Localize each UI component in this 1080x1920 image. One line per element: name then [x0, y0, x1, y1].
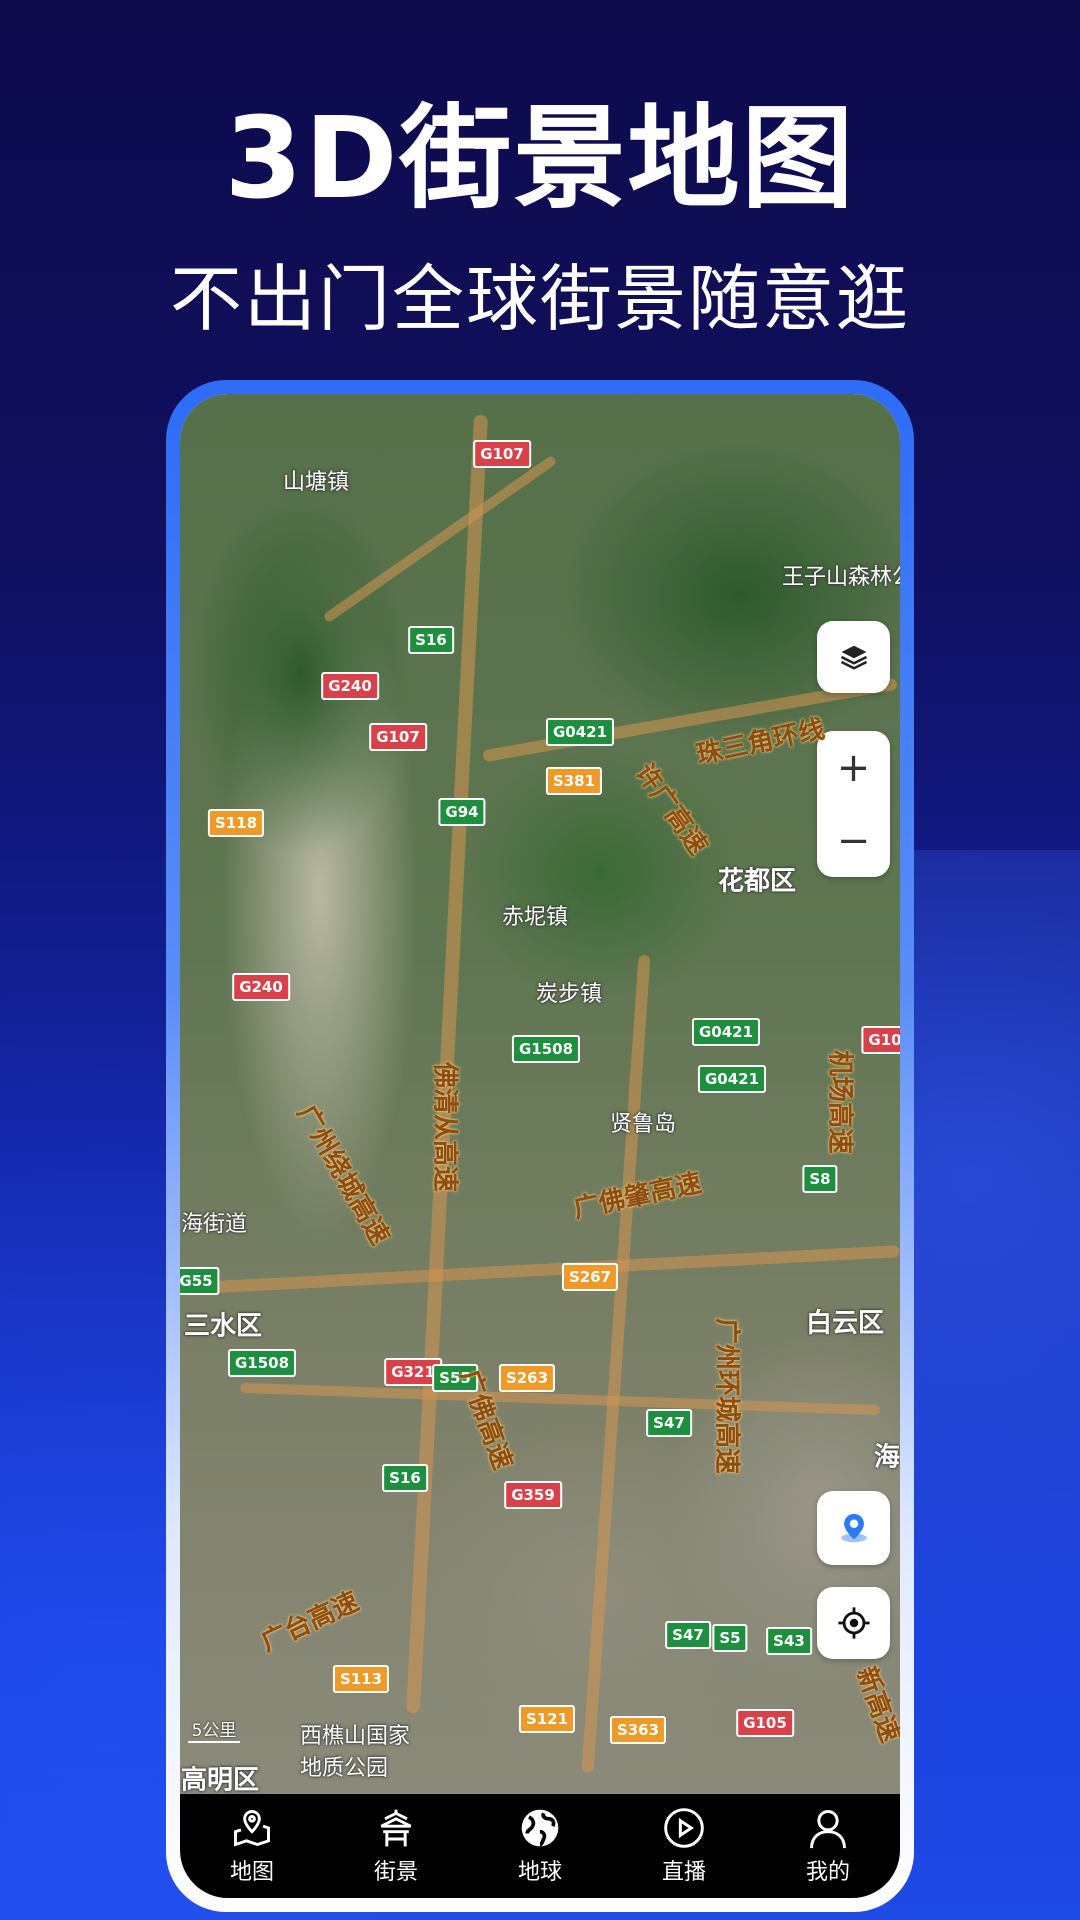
place-label: 三水区 [183, 1311, 263, 1342]
road-shield: S43 [766, 1627, 812, 1655]
road-shield: G0421 [691, 1018, 761, 1046]
place-label: 高明区 [180, 1765, 260, 1795]
road-shield: S16 [408, 626, 454, 654]
road-shield: G107 [369, 723, 427, 751]
road-shield: S267 [561, 1263, 619, 1291]
phone-screen: 5公里 + − 山塘镇 G107 王子山森林公 S16 G240 G107 G0421 S38… [180, 394, 900, 1898]
road-shield: G0421 [697, 1065, 767, 1093]
bottom-nav: 地图 街景 地球 直播 我的 [180, 1794, 900, 1898]
layers-icon [840, 645, 867, 670]
zoom-control: + − [817, 731, 890, 877]
highway-label: 新高速 [850, 1663, 900, 1747]
highway-label: 广州环城高速 [711, 1317, 742, 1475]
highway-label: 广佛肇高速 [570, 1168, 705, 1225]
place-label: 贤鲁岛 [609, 1112, 677, 1137]
map-scale: 5公里 [188, 1716, 240, 1743]
place-label: 花都区 [717, 866, 797, 897]
road-shield: G10 [861, 1026, 900, 1054]
road-shield: S121 [518, 1705, 576, 1733]
play-circle-icon [664, 1808, 704, 1848]
page-subtitle: 不出门全球街景随意逛 [169, 257, 910, 341]
nav-label: 直播 [661, 1860, 706, 1885]
road [322, 454, 558, 624]
crosshair-icon [837, 1607, 870, 1639]
zoom-in-button[interactable]: + [837, 748, 871, 788]
place-label: 赤坭镇 [501, 905, 569, 930]
layers-button[interactable] [817, 621, 890, 693]
highway-label: 广州绕城高速 [290, 1100, 395, 1251]
zoom-out-button[interactable]: − [837, 821, 871, 861]
nav-label: 地球 [517, 1860, 562, 1885]
nav-item-map[interactable]: 地图 [197, 1806, 307, 1886]
place-label: 海 [873, 1442, 900, 1473]
locate-button[interactable] [817, 1587, 890, 1659]
pavilion-icon [380, 1809, 412, 1847]
road-shield: G55 [180, 1267, 220, 1295]
road-shield: S16 [382, 1464, 428, 1492]
road [240, 1382, 880, 1416]
road-shield: G105 [736, 1709, 794, 1737]
place-label: 西樵山国家 地质公园 [299, 1724, 411, 1781]
highway-label: 许广高速 [628, 758, 714, 861]
phone-frame: 5公里 + − 山塘镇 G107 王子山森林公 S16 G240 G107 G0421 S38… [166, 380, 914, 1912]
highway-label: 佛清从高速 [429, 1061, 460, 1193]
road-shield: G359 [504, 1481, 562, 1509]
nav-item-live[interactable]: 直播 [629, 1806, 739, 1886]
road [180, 1245, 900, 1295]
road-shield: S118 [207, 809, 265, 837]
road-shield: G1508 [227, 1349, 297, 1377]
nav-item-profile[interactable]: 我的 [773, 1806, 883, 1886]
road-shield: S363 [609, 1716, 667, 1744]
road [581, 954, 651, 1774]
road-shield: G1508 [511, 1035, 581, 1063]
nav-label: 我的 [805, 1860, 850, 1885]
road-shield: S47 [665, 1621, 711, 1649]
road-shield: S8 [802, 1165, 838, 1193]
road-shield: S47 [646, 1409, 692, 1437]
road-shield: G0421 [545, 718, 615, 746]
place-label: 海街道 [180, 1212, 248, 1237]
nav-item-street[interactable]: 街景 [341, 1806, 451, 1886]
map-pin-icon [234, 1810, 270, 1847]
highway-label: 广台高速 [256, 1586, 364, 1658]
road-shield: G94 [438, 798, 486, 826]
street-view-button[interactable] [817, 1491, 890, 1565]
road-shield: G240 [321, 672, 379, 700]
satellite-map[interactable]: 5公里 + − 山塘镇 G107 王子山森林公 S16 G240 G107 G0421 S38… [180, 394, 900, 1794]
page-title: 3D街景地图 [224, 94, 856, 224]
place-label: 炭步镇 [535, 982, 603, 1007]
road-shield: S263 [498, 1364, 556, 1392]
road-shield: S381 [545, 767, 603, 795]
place-label: 白云区 [805, 1308, 885, 1339]
nav-item-globe[interactable]: 地球 [485, 1806, 595, 1886]
globe-icon [521, 1809, 559, 1847]
user-icon [810, 1810, 846, 1849]
road-shield: S113 [332, 1665, 390, 1693]
nav-label: 地图 [229, 1860, 274, 1885]
road-shield: S5 [712, 1624, 748, 1652]
nav-label: 街景 [373, 1860, 418, 1885]
place-label: 王子山森林公 [781, 565, 900, 590]
highway-label: 机场高速 [824, 1049, 855, 1155]
place-label: 山塘镇 [282, 470, 350, 495]
street-view-pin-icon [840, 1513, 867, 1543]
road-shield: G240 [232, 973, 290, 1001]
road-shield: G107 [473, 440, 531, 468]
